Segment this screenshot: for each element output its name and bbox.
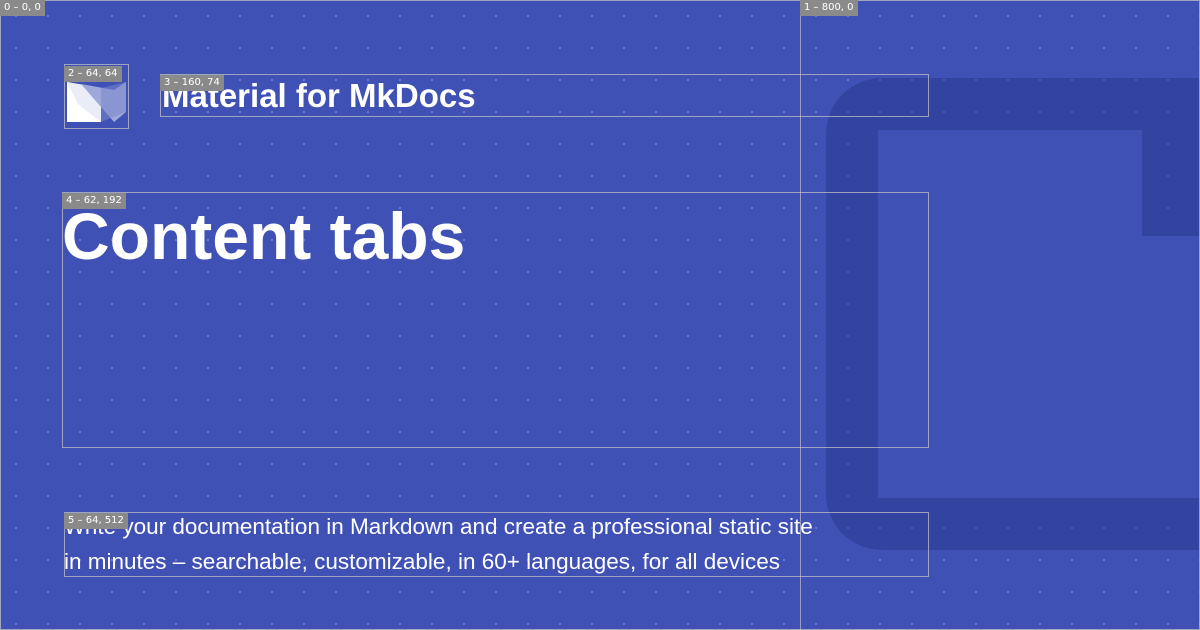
annotation-frame-page-title bbox=[62, 192, 929, 448]
annotation-frame-description bbox=[64, 512, 929, 577]
annotation-tag-page-title: 4 – 62, 192 bbox=[62, 193, 126, 209]
social-card: 0 – 0, 0 1 – 800, 0 2 – 64, 64 Material … bbox=[0, 0, 1200, 630]
annotation-tag-guide: 1 – 800, 0 bbox=[800, 0, 858, 16]
annotation-tag-site-name: 3 – 160, 74 bbox=[160, 75, 224, 91]
annotation-tag-canvas: 0 – 0, 0 bbox=[0, 0, 45, 16]
annotation-tag-logo: 2 – 64, 64 bbox=[64, 66, 122, 82]
annotation-frame-site-name bbox=[160, 74, 929, 117]
annotation-tag-description: 5 – 64, 512 bbox=[64, 513, 128, 529]
